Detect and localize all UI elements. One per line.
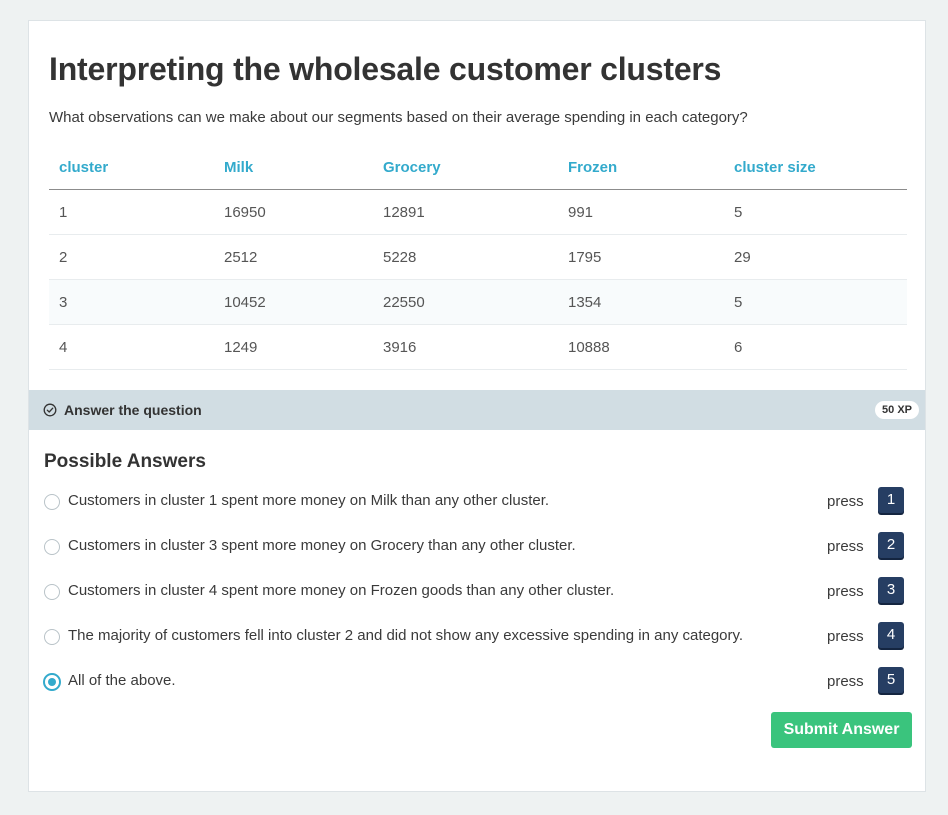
- table-cell: 2512: [214, 234, 373, 280]
- question-text: What observations can we make about our …: [49, 109, 748, 126]
- answer-option-5[interactable]: All of the above. press 5: [29, 666, 925, 698]
- answer-option-text[interactable]: Customers in cluster 1 spent more money …: [68, 492, 549, 509]
- key-badge: 3: [878, 577, 904, 603]
- radio-button[interactable]: [44, 539, 60, 555]
- page-title: Interpreting the wholesale customer clus…: [49, 51, 722, 87]
- answer-option-text[interactable]: The majority of customers fell into clus…: [68, 627, 743, 644]
- press-label: press: [827, 628, 864, 645]
- table-row: 4 1249 3916 10888 6: [49, 324, 907, 370]
- table-cell: 991: [558, 189, 724, 235]
- answer-option-text[interactable]: All of the above.: [68, 672, 176, 689]
- table-cell: 10888: [558, 324, 724, 370]
- answer-option-3[interactable]: Customers in cluster 4 spent more money …: [29, 576, 925, 608]
- table-header-row: cluster Milk Grocery Frozen cluster size: [49, 145, 907, 190]
- table-row: 1 16950 12891 991 5: [49, 189, 907, 235]
- check-circle-icon: [43, 403, 57, 417]
- press-label: press: [827, 493, 864, 510]
- table-row: 3 10452 22550 1354 5: [49, 279, 907, 325]
- key-badge: 2: [878, 532, 904, 558]
- column-header-frozen: Frozen: [558, 145, 724, 190]
- radio-button[interactable]: [44, 494, 60, 510]
- exercise-card: Interpreting the wholesale customer clus…: [28, 20, 926, 792]
- table-cell: 12891: [373, 189, 558, 235]
- possible-answers-heading: Possible Answers: [44, 451, 206, 472]
- table-cell: 1795: [558, 234, 724, 280]
- answer-option-text[interactable]: Customers in cluster 3 spent more money …: [68, 537, 576, 554]
- table-cell: 3: [49, 279, 214, 325]
- answer-option-4[interactable]: The majority of customers fell into clus…: [29, 621, 925, 653]
- press-label: press: [827, 673, 864, 690]
- table-cell: 5228: [373, 234, 558, 280]
- column-header-cluster: cluster: [49, 145, 214, 190]
- answer-option-1[interactable]: Customers in cluster 1 spent more money …: [29, 486, 925, 518]
- answer-question-bar: Answer the question 50 XP: [29, 390, 925, 430]
- radio-button[interactable]: [44, 584, 60, 600]
- column-header-grocery: Grocery: [373, 145, 558, 190]
- cluster-table: cluster Milk Grocery Frozen cluster size…: [49, 145, 907, 370]
- column-header-milk: Milk: [214, 145, 373, 190]
- table-cell: 1354: [558, 279, 724, 325]
- answer-option-2[interactable]: Customers in cluster 3 spent more money …: [29, 531, 925, 563]
- table-cell: 10452: [214, 279, 373, 325]
- table-cell: 29: [724, 234, 907, 280]
- table-cell: 22550: [373, 279, 558, 325]
- answer-bar-label: Answer the question: [64, 402, 202, 418]
- table-cell: 5: [724, 189, 907, 235]
- key-badge: 5: [878, 667, 904, 693]
- key-badge: 4: [878, 622, 904, 648]
- press-label: press: [827, 538, 864, 555]
- key-badge: 1: [878, 487, 904, 513]
- table-cell: 1: [49, 189, 214, 235]
- column-header-cluster-size: cluster size: [724, 145, 907, 190]
- xp-badge: 50 XP: [875, 401, 919, 419]
- table-cell: 4: [49, 324, 214, 370]
- radio-button-selected[interactable]: [43, 673, 61, 691]
- table-cell: 5: [724, 279, 907, 325]
- submit-answer-button[interactable]: Submit Answer: [771, 712, 912, 748]
- table-cell: 1249: [214, 324, 373, 370]
- press-label: press: [827, 583, 864, 600]
- table-cell: 2: [49, 234, 214, 280]
- table-cell: 3916: [373, 324, 558, 370]
- radio-button[interactable]: [44, 629, 60, 645]
- table-row: 2 2512 5228 1795 29: [49, 234, 907, 280]
- answer-option-text[interactable]: Customers in cluster 4 spent more money …: [68, 582, 614, 599]
- table-cell: 16950: [214, 189, 373, 235]
- table-cell: 6: [724, 324, 907, 370]
